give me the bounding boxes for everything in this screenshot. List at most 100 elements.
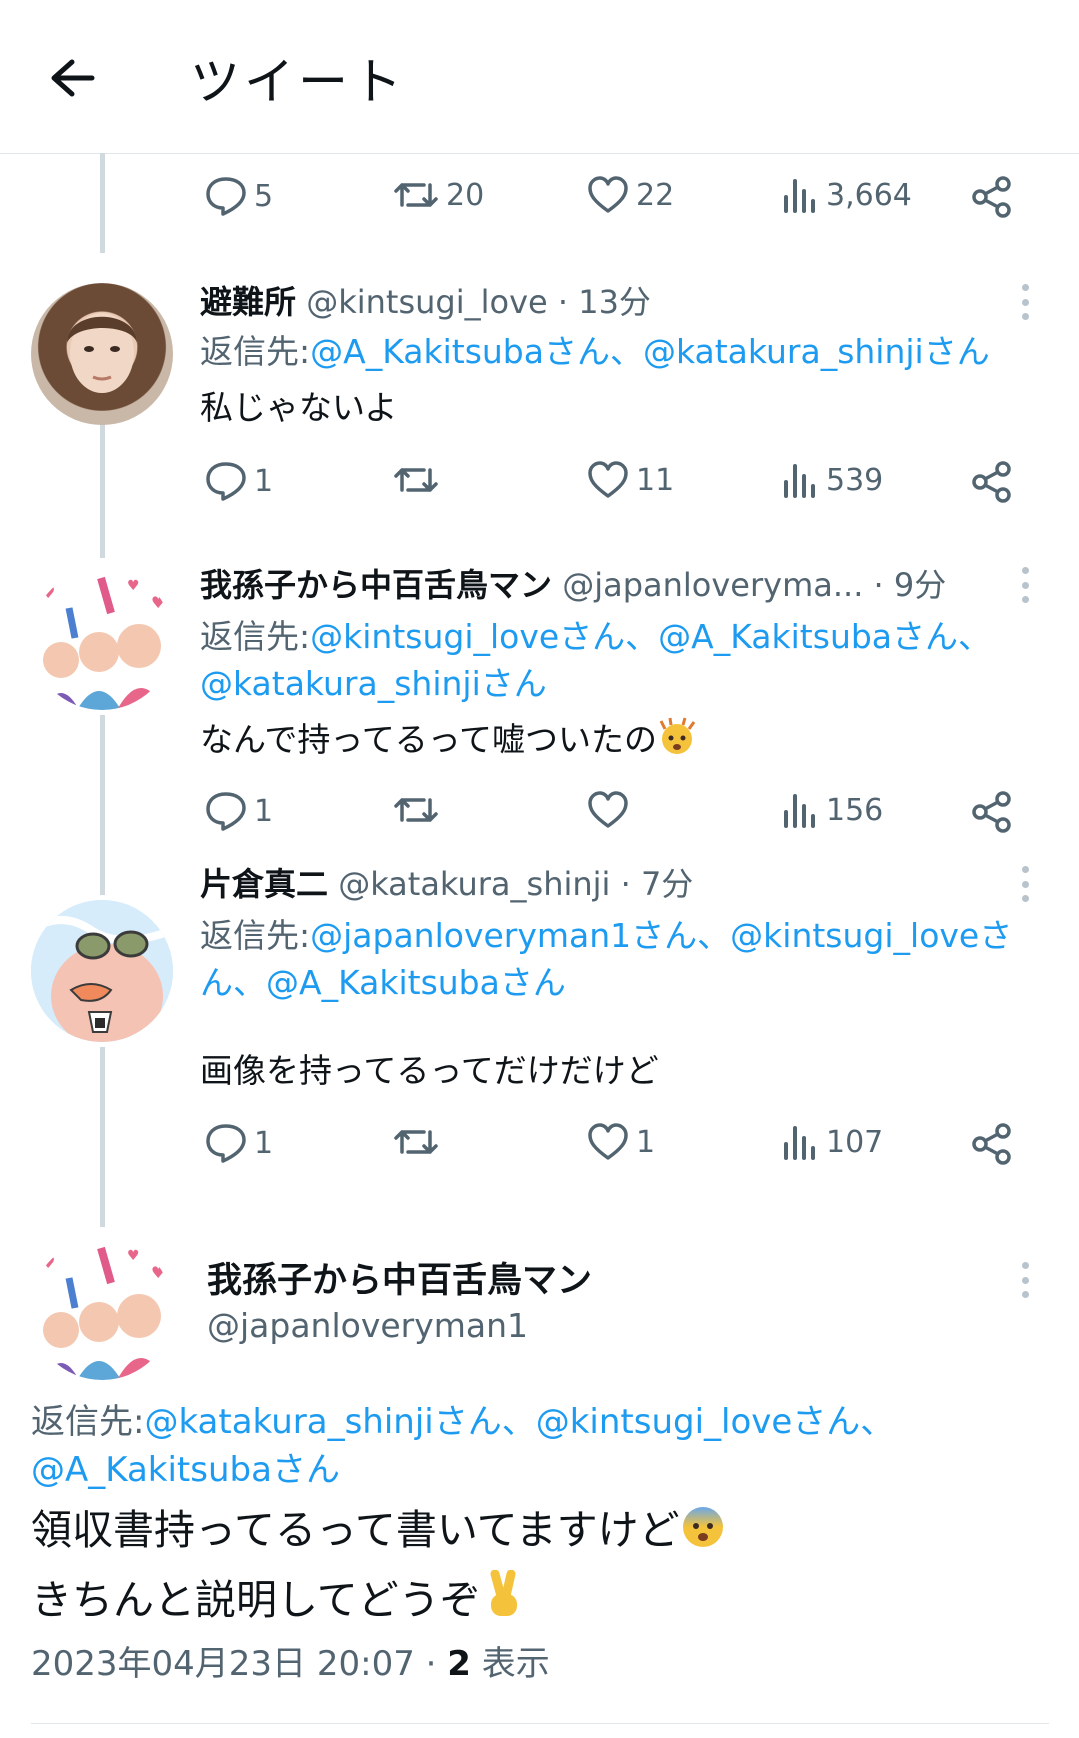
share-button[interactable] bbox=[970, 1122, 1014, 1166]
reply-count: 1 bbox=[254, 1125, 274, 1161]
handle[interactable]: @kintsugi_love bbox=[306, 283, 548, 321]
tweet-header: 片倉真二 @katakura_shinji · 7分 bbox=[200, 862, 693, 906]
reply-count: 1 bbox=[254, 463, 274, 499]
timestamp: · 9分 bbox=[873, 566, 947, 604]
display-name[interactable]: 我孫子から中百舌鳥マン bbox=[200, 566, 552, 604]
mention-link[interactable]: @kintsugi_loveさん、@A_Kakitsubaさん、 bbox=[310, 617, 991, 656]
handle[interactable]: @japanloveryma... bbox=[562, 566, 863, 604]
retweet-button[interactable] bbox=[392, 790, 446, 830]
svg-text:♥: ♥ bbox=[151, 1263, 165, 1282]
share-icon bbox=[972, 791, 1011, 833]
tweet-text: 画像を持ってるってだけだけど bbox=[200, 1051, 659, 1090]
retweet-icon bbox=[394, 798, 438, 822]
more-options-icon[interactable] bbox=[1010, 280, 1040, 324]
reply-count: 1 bbox=[254, 793, 274, 829]
views-button[interactable]: 3,664 bbox=[780, 175, 912, 215]
display-name[interactable]: 我孫子から中百舌鳥マン bbox=[207, 1258, 592, 1304]
tweet-text-line: 領収書持ってるって書いてますけど bbox=[31, 1506, 680, 1554]
views-button[interactable]: 107 bbox=[780, 1122, 883, 1162]
like-button[interactable] bbox=[586, 790, 636, 830]
heart-icon bbox=[588, 791, 628, 828]
tweet-text: なんで持ってるって嘘ついたの bbox=[200, 716, 697, 770]
mention-link[interactable]: @A_Kakitsubaさん、@katakura_shinjiさん bbox=[310, 332, 990, 371]
divider bbox=[31, 1723, 1049, 1724]
reply-icon bbox=[206, 1124, 246, 1163]
mention-link[interactable]: @katakura_shinjiさん bbox=[200, 664, 547, 703]
analytics-icon bbox=[784, 794, 815, 828]
heart-icon bbox=[588, 1123, 628, 1160]
reply-count: 5 bbox=[254, 178, 274, 214]
timestamp: · 13分 bbox=[557, 283, 651, 321]
views-label: 表示 bbox=[470, 1644, 550, 1684]
reply-button[interactable]: 1 bbox=[204, 790, 273, 832]
reply-to: 返信先:@A_Kakitsubaさん、@katakura_shinjiさん bbox=[200, 328, 1020, 375]
share-icon bbox=[972, 1123, 1011, 1165]
tweet-datetime: 2023年04月23日 20:07 · bbox=[31, 1644, 448, 1684]
handle[interactable]: @japanloveryman1 bbox=[207, 1303, 528, 1349]
share-button[interactable] bbox=[970, 460, 1014, 504]
svg-text:♥: ♥ bbox=[41, 583, 55, 602]
handle[interactable]: @katakura_shinji bbox=[338, 865, 610, 903]
more-options-icon[interactable] bbox=[1010, 563, 1040, 607]
reply-prefix: 返信先: bbox=[200, 617, 311, 656]
share-button[interactable] bbox=[970, 175, 1014, 219]
retweet-count: 20 bbox=[446, 177, 485, 213]
views-count: 539 bbox=[826, 462, 884, 498]
svg-text:♥: ♥ bbox=[127, 1248, 140, 1264]
avatar[interactable] bbox=[31, 900, 173, 1042]
more-options-icon[interactable] bbox=[1010, 1258, 1040, 1302]
reply-button[interactable]: 5 bbox=[204, 175, 273, 217]
views-count: 107 bbox=[826, 1124, 884, 1160]
reply-icon bbox=[206, 792, 246, 831]
views-button[interactable]: 539 bbox=[780, 460, 883, 500]
avatar[interactable] bbox=[31, 283, 173, 425]
like-button[interactable]: 1 bbox=[586, 1122, 655, 1162]
timestamp: · 7分 bbox=[620, 865, 694, 903]
heart-icon bbox=[588, 461, 628, 498]
heart-icon bbox=[588, 176, 628, 213]
share-icon bbox=[972, 176, 1011, 218]
like-count: 11 bbox=[636, 462, 675, 498]
mention-link[interactable]: @katakura_shinjiさん、@kintsugi_loveさん、 bbox=[144, 1402, 894, 1442]
reply-prefix: 返信先: bbox=[200, 916, 311, 955]
more-options-icon[interactable] bbox=[1010, 862, 1040, 906]
reply-to: 返信先:@katakura_shinjiさん、@kintsugi_loveさん、… bbox=[31, 1398, 1031, 1494]
action-bar: 1 156 bbox=[0, 790, 1079, 840]
tweet-header: 我孫子から中百舌鳥マン @japanloveryma... · 9分 bbox=[200, 563, 946, 607]
tweet-text-line: きちんと説明してどうぞ bbox=[31, 1576, 481, 1624]
share-button[interactable] bbox=[970, 790, 1014, 834]
victory-hand-emoji-icon bbox=[481, 1569, 527, 1638]
display-name[interactable]: 避難所 bbox=[200, 283, 296, 321]
reply-icon bbox=[206, 177, 246, 216]
retweet-icon bbox=[394, 183, 438, 207]
share-icon bbox=[972, 461, 1011, 503]
like-button[interactable]: 22 bbox=[586, 175, 674, 215]
avatar[interactable]: ♥ ♥ ♥ bbox=[31, 568, 173, 710]
views-count: 3,664 bbox=[826, 177, 912, 213]
tweet-text: 私じゃないよ bbox=[200, 388, 398, 427]
retweet-icon bbox=[394, 468, 438, 492]
back-arrow-icon[interactable] bbox=[44, 50, 100, 106]
views-button[interactable]: 156 bbox=[780, 790, 883, 830]
fearful-face-emoji-icon bbox=[680, 1504, 726, 1568]
action-bar: 1 11 539 bbox=[0, 460, 1079, 510]
retweet-button[interactable] bbox=[392, 460, 446, 500]
like-button[interactable]: 11 bbox=[586, 460, 674, 500]
views-count: 156 bbox=[826, 792, 884, 828]
like-count: 22 bbox=[636, 177, 675, 213]
mention-link[interactable]: ん、@A_Kakitsubaさん bbox=[200, 963, 566, 1002]
retweet-button[interactable]: 20 bbox=[392, 175, 484, 215]
avatar[interactable]: ♥ ♥ ♥ bbox=[31, 1238, 173, 1380]
reply-to: 返信先:@kintsugi_loveさん、@A_Kakitsubaさん、 @ka… bbox=[200, 613, 1020, 707]
reply-button[interactable]: 1 bbox=[204, 1122, 273, 1164]
views-count: 2 bbox=[447, 1644, 471, 1684]
display-name[interactable]: 片倉真二 bbox=[200, 865, 328, 903]
mention-link[interactable]: @japanloveryman1さん、@kintsugi_loveさ bbox=[310, 916, 1012, 955]
reply-to: 返信先:@japanloveryman1さん、@kintsugi_loveさ ん… bbox=[200, 912, 1020, 1006]
retweet-button[interactable] bbox=[392, 1122, 446, 1162]
svg-text:♥: ♥ bbox=[41, 1253, 55, 1272]
reply-button[interactable]: 1 bbox=[204, 460, 273, 502]
retweet-icon bbox=[394, 1130, 438, 1154]
analytics-icon bbox=[784, 1126, 815, 1160]
mention-link[interactable]: @A_Kakitsubaさん bbox=[31, 1450, 340, 1490]
